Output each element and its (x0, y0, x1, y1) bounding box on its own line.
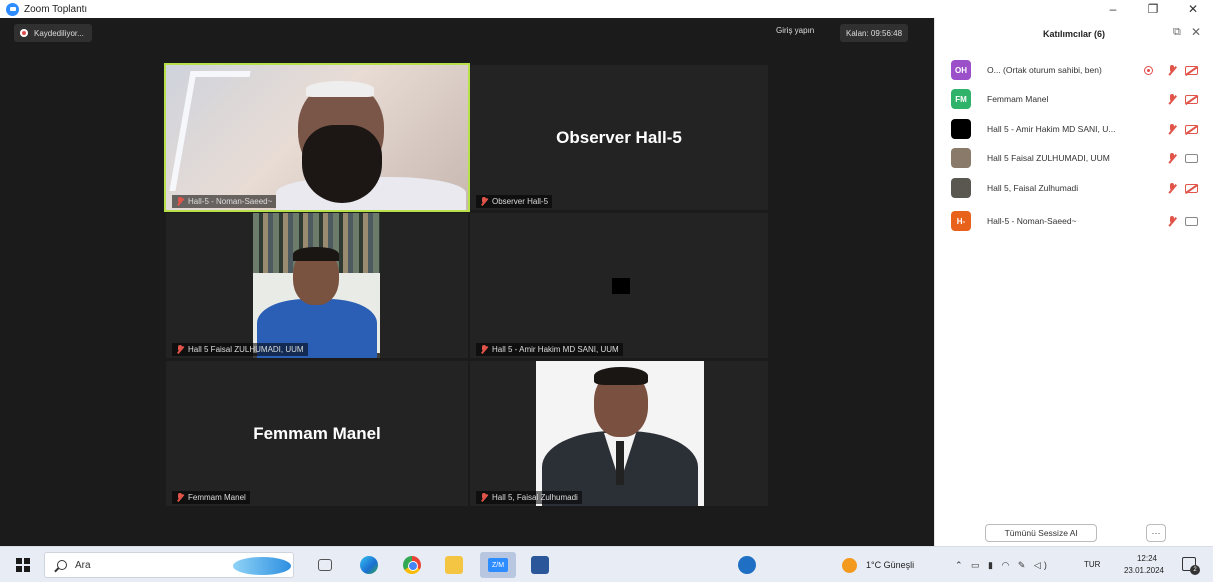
mic-muted-icon (480, 345, 488, 354)
video-tile-noman[interactable]: Hall-5 - Noman-Saeed~ (164, 63, 470, 212)
participant-name: Hall 5 Faisal ZULHUMADI, UUM (987, 153, 1110, 163)
mic-muted-icon[interactable] (1167, 123, 1177, 135)
video-tile-faisal-uum[interactable]: Hall 5 Faisal ZULHUMADI, UUM (166, 213, 468, 358)
help-icon[interactable] (738, 556, 756, 574)
participant-name: Femmam Manel (987, 94, 1049, 104)
participant-name: Hall 5 - Amir Hakim MD SANI, U... (987, 124, 1116, 134)
window-title: Zoom Toplantı (24, 3, 88, 15)
participant-row[interactable]: OH O... (Ortak oturum sahibi, ben) (935, 60, 1213, 80)
video-tile-femmam[interactable]: Femmam Manel Femmam Manel (166, 361, 468, 506)
weather-text[interactable]: 1°C Güneşli (866, 560, 914, 570)
camera-off-icon[interactable] (1185, 94, 1198, 104)
camera-off-icon[interactable] (1185, 183, 1198, 193)
participant-name: Hall-5 - Noman-Saeed~ (987, 216, 1077, 226)
camera-off-icon[interactable] (1185, 65, 1198, 75)
close-panel-icon[interactable]: ✕ (1191, 25, 1203, 39)
chrome-icon[interactable] (403, 556, 421, 574)
mute-all-button[interactable]: Tümünü Sessize Al (985, 524, 1097, 542)
tile-name-label: Hall 5 Faisal ZULHUMADI, UUM (172, 343, 308, 356)
mic-muted-icon (480, 493, 488, 502)
panel-title: Katılımcılar (6) (1042, 29, 1106, 39)
participant-video (253, 213, 380, 358)
search-placeholder: Ara (75, 559, 91, 571)
participant-avatar (951, 119, 971, 139)
word-icon[interactable] (531, 556, 549, 574)
camera-off-icon[interactable] (1185, 124, 1198, 134)
meeting-stage: Kaydediliyor... Giriş yapın Kalan: 09:56… (0, 18, 934, 546)
participant-avatar: FM (951, 89, 971, 109)
zoom-taskbar-icon[interactable] (480, 552, 516, 578)
mic-muted-icon[interactable] (1167, 215, 1177, 227)
mic-muted-icon[interactable] (1167, 93, 1177, 105)
mic-muted-icon[interactable] (1167, 64, 1177, 76)
mic-muted-icon[interactable] (1167, 182, 1177, 194)
video-tile-amir[interactable]: Hall 5 - Amir Hakim MD SANI, UUM (470, 213, 768, 358)
tile-name-label: Femmam Manel (172, 491, 250, 504)
zoom-app: Zoom Toplantı – ❐ ✕ Kaydediliyor... Giri… (0, 0, 1213, 582)
tile-display-name: Femmam Manel (253, 423, 381, 443)
restore-button[interactable]: ❐ (1138, 0, 1168, 18)
mic-muted-icon (176, 197, 184, 206)
zoom-logo-icon (6, 2, 19, 16)
video-tile-observer[interactable]: Observer Hall-5 Observer Hall-5 (470, 65, 768, 210)
tile-name-label: Observer Hall-5 (476, 195, 553, 208)
windows-start-icon[interactable] (16, 558, 30, 572)
recording-icon (1144, 65, 1153, 75)
participants-panel: Katılımcılar (6) ⧉ ✕ OH O... (Ortak oturu… (934, 18, 1213, 546)
participant-video (166, 65, 468, 210)
search-highlight-icon (233, 557, 291, 575)
tile-name-label: Hall 5, Faisal Zulhumadi (476, 491, 582, 504)
weather-sun-icon[interactable] (842, 558, 857, 573)
participant-row[interactable]: Hall 5 - Amir Hakim MD SANI, U... (935, 119, 1213, 139)
participant-profile-photo (536, 361, 704, 506)
avatar-placeholder (612, 278, 630, 294)
title-bar: Zoom Toplantı – ❐ ✕ (0, 0, 1213, 18)
minimize-button[interactable]: – (1098, 0, 1128, 18)
mic-muted-icon (176, 345, 184, 354)
signin-button[interactable]: Giriş yapın (776, 26, 814, 35)
camera-on-icon[interactable] (1185, 153, 1198, 163)
recording-label: Kaydediliyor... (34, 28, 84, 38)
popout-icon[interactable]: ⧉ (1173, 26, 1185, 38)
video-tile-faisal[interactable]: Hall 5, Faisal Zulhumadi (470, 361, 768, 506)
participant-avatar (951, 148, 971, 168)
clock-date[interactable]: 23.01.2024 (1118, 566, 1170, 575)
participant-avatar: OH (951, 60, 971, 80)
taskbar-search[interactable]: Ara (44, 552, 294, 578)
participant-name: Hall 5, Faisal Zulhumadi (987, 183, 1079, 193)
tile-name-label: Hall-5 - Noman-Saeed~ (172, 195, 277, 208)
camera-on-icon[interactable] (1185, 216, 1198, 226)
participant-row[interactable]: Hall 5 Faisal ZULHUMADI, UUM (935, 148, 1213, 168)
more-options-button[interactable]: ··· (1146, 524, 1166, 542)
recording-indicator-button[interactable]: Kaydediliyor... (14, 24, 92, 42)
windows-taskbar: Ara 1°C Güneşli ⌃ ▭ ▮ ◠ ✎ ◁) TUR 12:24 2… (0, 546, 1213, 582)
edge-icon[interactable] (360, 556, 378, 574)
language-indicator[interactable]: TUR (1084, 560, 1100, 569)
notification-badge: 2 (1190, 565, 1200, 575)
mic-muted-icon[interactable] (1167, 152, 1177, 164)
participant-avatar: H- (951, 211, 971, 231)
participant-avatar (951, 178, 971, 198)
close-button[interactable]: ✕ (1178, 0, 1208, 18)
participant-row[interactable]: H- Hall-5 - Noman-Saeed~ (935, 211, 1213, 231)
file-explorer-icon[interactable] (445, 556, 463, 574)
participant-row[interactable]: Hall 5, Faisal Zulhumadi (935, 178, 1213, 198)
mic-muted-icon (176, 493, 184, 502)
participant-row[interactable]: FM Femmam Manel (935, 89, 1213, 109)
system-tray-icons[interactable]: ⌃ ▭ ▮ ◠ ✎ ◁) (955, 560, 1050, 571)
mic-muted-icon (480, 197, 488, 206)
clock-time[interactable]: 12:24 (1126, 554, 1168, 563)
participant-name: O... (Ortak oturum sahibi, ben) (987, 65, 1102, 75)
remaining-time-badge: Kalan: 09:56:48 (840, 24, 909, 42)
task-view-icon[interactable] (318, 559, 332, 571)
search-icon (57, 560, 67, 570)
tile-name-label: Hall 5 - Amir Hakim MD SANI, UUM (476, 343, 623, 356)
record-icon (20, 29, 28, 37)
tile-display-name: Observer Hall-5 (556, 127, 682, 147)
